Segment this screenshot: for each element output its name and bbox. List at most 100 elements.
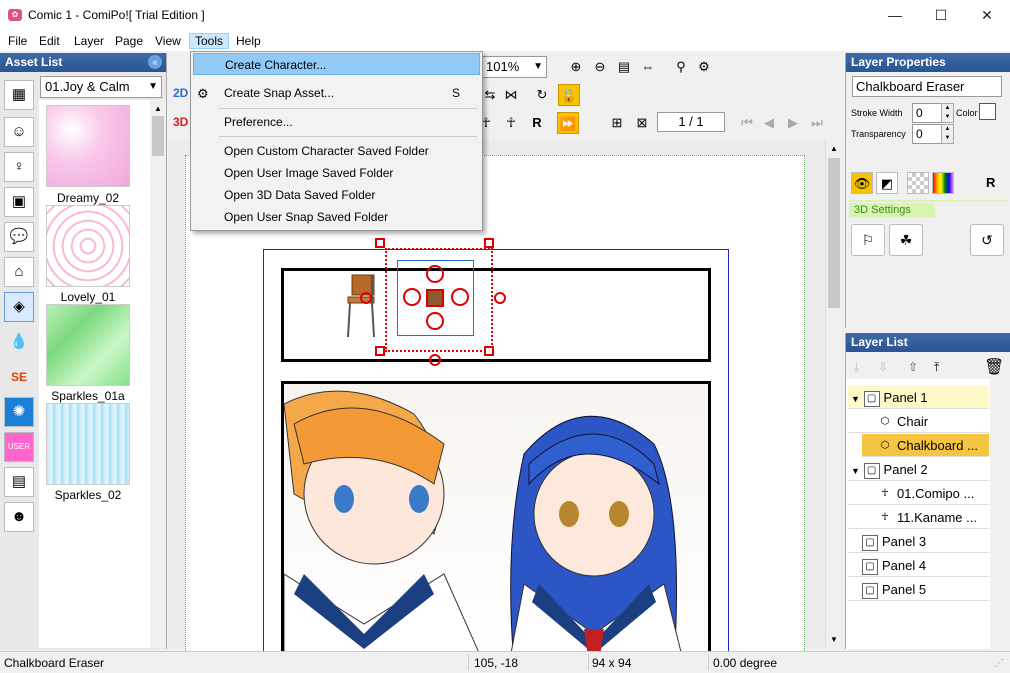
- delete-page-icon[interactable]: ⊠: [631, 112, 653, 134]
- close-button[interactable]: ✕: [964, 0, 1010, 31]
- transparency-stepper[interactable]: ▲ ▼: [941, 124, 954, 144]
- panel-layout-icon[interactable]: ▦: [4, 80, 34, 110]
- menu-tools[interactable]: Tools: [189, 33, 230, 49]
- axis-handle[interactable]: [429, 354, 441, 366]
- asset-thumbnail[interactable]: [46, 205, 130, 287]
- layer-name-field[interactable]: Chalkboard Eraser: [852, 76, 1002, 97]
- reset-properties-button[interactable]: R: [986, 175, 995, 190]
- outline-icon[interactable]: ◩: [876, 172, 898, 194]
- stroke-width-stepper[interactable]: ▲ ▼: [941, 103, 954, 123]
- pose-icon[interactable]: ⚲: [670, 56, 692, 78]
- menu-layer[interactable]: Layer: [69, 33, 109, 49]
- menu-item-preference[interactable]: Preference...: [193, 111, 480, 133]
- menu-item-open-3d-data-folder[interactable]: Open 3D Data Saved Folder: [193, 184, 480, 206]
- comic-panel-2[interactable]: [281, 381, 711, 666]
- scroll-up-icon[interactable]: ▲: [154, 104, 162, 113]
- background-icon[interactable]: ☺: [4, 117, 34, 147]
- zoom-select[interactable]: 101% ▼: [481, 56, 547, 78]
- color-swatch[interactable]: [979, 103, 996, 120]
- asset-thumbnail[interactable]: [46, 105, 130, 187]
- mode-2d-label[interactable]: 2D: [173, 86, 188, 100]
- resize-handle[interactable]: [484, 346, 494, 356]
- resize-handle[interactable]: [375, 238, 385, 248]
- 3d-camera-icon[interactable]: ⚐: [851, 224, 885, 256]
- sound-effect-icon[interactable]: SE: [4, 362, 34, 392]
- resize-grip-icon[interactable]: ⋰: [994, 658, 1004, 669]
- canvas-scrollbar[interactable]: ▲ ▼: [825, 140, 842, 649]
- menu-page[interactable]: Page: [110, 33, 148, 49]
- user-3d-icon[interactable]: ▤: [4, 467, 34, 497]
- rotate-icon[interactable]: ↻: [531, 84, 553, 106]
- menu-help[interactable]: Help: [231, 33, 266, 49]
- transparency-input[interactable]: 0: [912, 124, 942, 144]
- rotate-handle[interactable]: [426, 265, 444, 283]
- fast-forward-icon[interactable]: ⏩: [557, 112, 579, 134]
- layer-row-character-11[interactable]: ☥ 11.Kaname ...: [848, 506, 989, 529]
- characters-illustration[interactable]: [284, 384, 708, 664]
- scroll-down-icon[interactable]: ▼: [830, 635, 838, 644]
- layer-row-panel-4[interactable]: ▢ Panel 4: [848, 554, 989, 577]
- last-page-icon[interactable]: ⏭: [806, 112, 828, 134]
- move-top-icon[interactable]: ⤒: [934, 360, 939, 375]
- color-palette-icon[interactable]: [932, 172, 954, 194]
- user-image-icon[interactable]: USER: [4, 432, 34, 462]
- fit-page-icon[interactable]: ▤: [613, 56, 635, 78]
- move-bottom-icon[interactable]: ⤓: [854, 360, 859, 375]
- page-indicator[interactable]: 1 / 1: [657, 112, 725, 132]
- layer-row-panel-3[interactable]: ▢ Panel 3: [848, 530, 989, 553]
- move-down-icon[interactable]: ⇩: [878, 360, 888, 374]
- mode-3d-label[interactable]: 3D: [173, 115, 188, 129]
- asset-category-select[interactable]: 01.Joy & Calm ▼: [40, 76, 162, 98]
- visibility-eye-icon[interactable]: 👁: [851, 172, 873, 194]
- cube-effect-icon[interactable]: ◈: [4, 292, 34, 322]
- resize-handle[interactable]: [484, 238, 494, 248]
- expand-icon[interactable]: ▼: [851, 466, 860, 476]
- menu-view[interactable]: View: [150, 33, 186, 49]
- drop-icon[interactable]: 💧: [4, 327, 34, 357]
- burst-effect-icon[interactable]: ✺: [4, 397, 34, 427]
- eraser-object[interactable]: [426, 289, 444, 307]
- fit-width-icon[interactable]: ⇔: [637, 56, 659, 78]
- maximize-button[interactable]: ☐: [918, 0, 964, 31]
- asset-thumbnail[interactable]: [46, 403, 130, 485]
- 3d-item-icon[interactable]: ▣: [4, 187, 34, 217]
- add-page-icon[interactable]: ⊞: [606, 112, 628, 134]
- reset-button[interactable]: R: [526, 112, 548, 134]
- zoom-in-icon[interactable]: ⊕: [565, 56, 587, 78]
- scroll-up-icon[interactable]: ▲: [830, 144, 838, 153]
- rotate-handle[interactable]: [426, 312, 444, 330]
- first-page-icon[interactable]: ⏮: [736, 112, 758, 134]
- 3d-lighting-icon[interactable]: ☘: [889, 224, 923, 256]
- axis-handle[interactable]: [494, 292, 506, 304]
- collapse-icon[interactable]: «: [148, 55, 162, 69]
- menu-item-create-character[interactable]: Create Character...: [193, 53, 480, 75]
- delete-layer-icon[interactable]: 🗑: [984, 357, 1004, 377]
- snap-icon[interactable]: ⚙: [693, 56, 715, 78]
- lock-icon[interactable]: 🔒: [558, 84, 580, 106]
- menu-item-open-custom-character-folder[interactable]: Open Custom Character Saved Folder: [193, 140, 480, 162]
- transparency-pattern-icon[interactable]: [907, 172, 929, 194]
- menu-item-create-snap-asset[interactable]: Create Snap Asset... S: [193, 82, 480, 104]
- rotate-handle[interactable]: [403, 288, 421, 306]
- layer-row-panel-5[interactable]: ▢ Panel 5: [848, 578, 989, 601]
- menu-item-open-user-snap-folder[interactable]: Open User Snap Saved Folder: [193, 206, 480, 228]
- axis-handle[interactable]: [360, 292, 372, 304]
- asset-thumbnail[interactable]: [46, 304, 130, 386]
- comic-panel-1[interactable]: [281, 268, 711, 362]
- character-icon[interactable]: ♀: [4, 152, 34, 182]
- scroll-thumb[interactable]: [152, 116, 164, 156]
- layer-row-chair[interactable]: ⬡ Chair: [848, 410, 989, 433]
- house-background-icon[interactable]: ⌂: [4, 257, 34, 287]
- speech-balloon-icon[interactable]: 💬: [4, 222, 34, 252]
- user-character-icon[interactable]: ☻: [4, 502, 34, 532]
- asset-scrollbar[interactable]: ▲: [150, 100, 166, 648]
- layer-row-chalkboard-eraser[interactable]: ⬡ Chalkboard ...: [862, 434, 989, 457]
- zoom-out-icon[interactable]: ⊖: [589, 56, 611, 78]
- layer-row-panel-2[interactable]: ▼ ▢ Panel 2: [848, 458, 989, 481]
- move-up-icon[interactable]: ⇧: [908, 360, 918, 374]
- prev-page-icon[interactable]: ◀: [758, 112, 780, 134]
- menu-edit[interactable]: Edit: [34, 33, 65, 49]
- person-move-icon[interactable]: ☥: [500, 112, 522, 134]
- chair-object[interactable]: [342, 271, 382, 339]
- rotate-handle[interactable]: [451, 288, 469, 306]
